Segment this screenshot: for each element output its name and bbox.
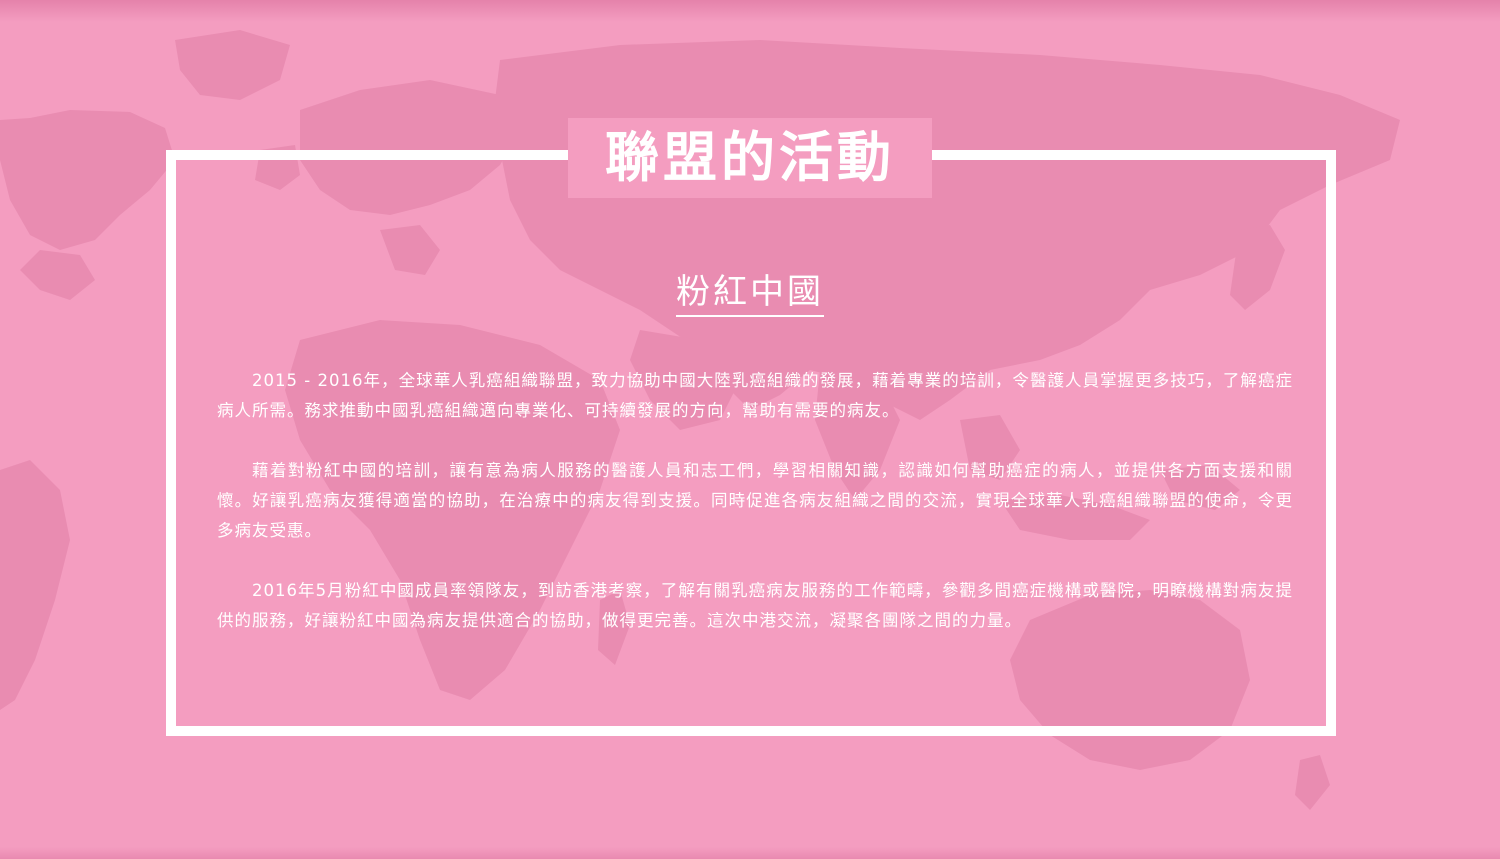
title-banner: 聯盟的活動 <box>568 118 932 198</box>
paragraph-1: 2015 - 2016年，全球華人乳癌組織聯盟，致力協助中國大陸乳癌組織的發展，… <box>217 371 1293 420</box>
paragraph-2: 藉着對粉紅中國的培訓，讓有意為病人服務的醫護人員和志工們，學習相關知識，認識如何… <box>217 461 1293 540</box>
subtitle-container: 粉紅中國 <box>0 264 1500 317</box>
top-shadow <box>0 0 1500 22</box>
subtitle: 粉紅中國 <box>676 264 824 317</box>
bottom-shadow <box>0 847 1500 859</box>
body-text: 2015 - 2016年，全球華人乳癌組織聯盟，致力協助中國大陸乳癌組織的發展，… <box>217 366 1293 666</box>
paragraph-3: 2016年5月粉紅中國成員率領隊友，到訪香港考察，了解有關乳癌病友服務的工作範疇… <box>217 581 1293 630</box>
section-title: 聯盟的活動 <box>605 126 895 189</box>
